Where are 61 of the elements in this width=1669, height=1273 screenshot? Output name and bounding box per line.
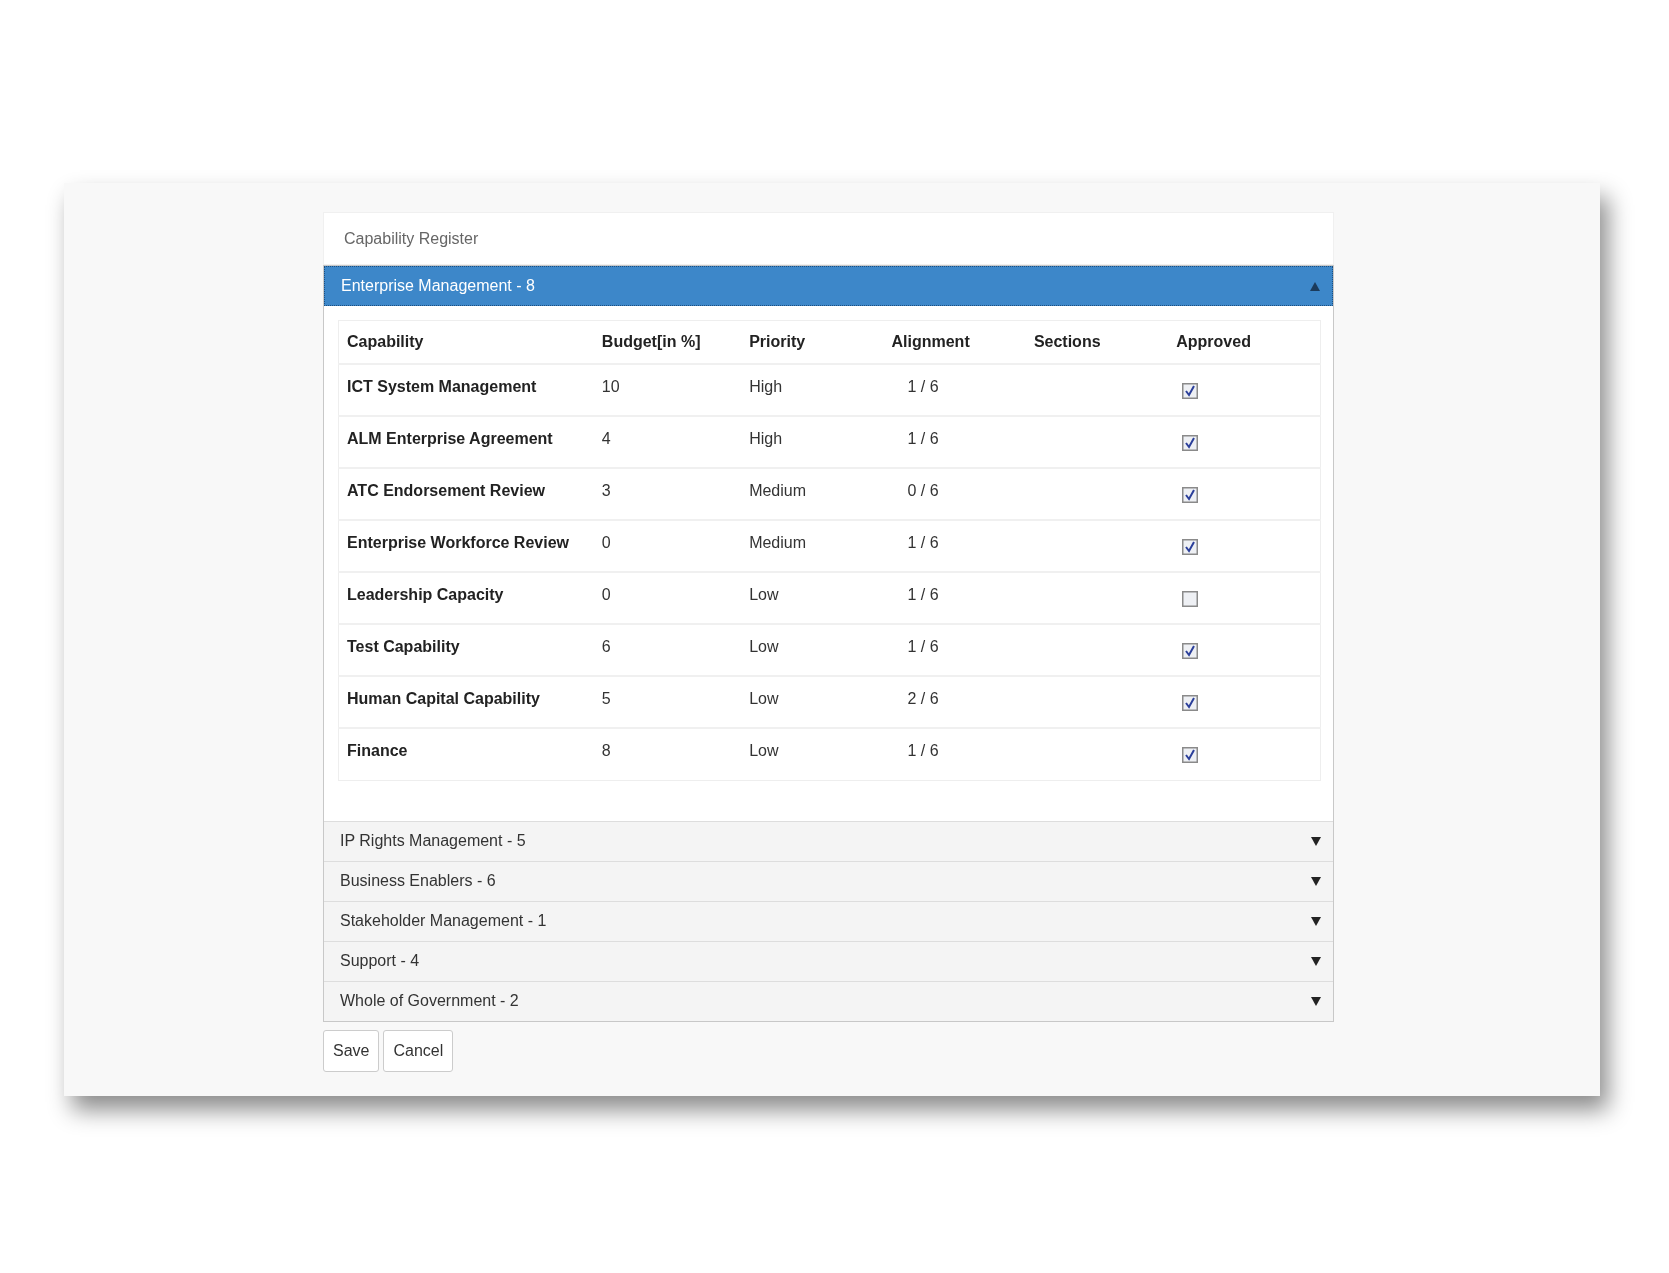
table-cell: 1 / 6 (883, 572, 1026, 624)
approved-checkbox[interactable] (1182, 642, 1199, 659)
column-header: Approved (1168, 320, 1321, 364)
table-cell: ALM Enterprise Agreement (338, 416, 594, 468)
approved-checkbox[interactable] (1182, 590, 1199, 607)
table-cell: 6 (593, 624, 742, 676)
approved-checkbox[interactable] (1182, 538, 1199, 555)
section-header[interactable]: Whole of Government - 2 (324, 980, 1333, 1021)
table-cell: Low (741, 624, 884, 676)
section-header[interactable]: IP Rights Management - 5 (324, 820, 1333, 861)
form-button[interactable]: Cancel (383, 1029, 454, 1072)
table-cell: 2 / 6 (883, 676, 1026, 728)
column-header: Budget[in %] (593, 320, 742, 364)
expand-triangle-icon (1311, 836, 1321, 846)
panel-title: Capability Register (323, 212, 1334, 265)
table-cell: 1 / 6 (883, 728, 1026, 780)
table-cell: Medium (741, 468, 884, 520)
table-cell: Test Capability (338, 624, 594, 676)
table-cell: Finance (338, 728, 594, 780)
table-cell: 1 / 6 (883, 624, 1026, 676)
approved-checkbox[interactable] (1182, 694, 1199, 711)
table-cell: ATC Endorsement Review (338, 468, 594, 520)
table-cell: 0 / 6 (883, 468, 1026, 520)
approved-checkbox[interactable] (1182, 746, 1199, 763)
column-header: Sections (1025, 320, 1169, 364)
table-cell: 8 (593, 728, 742, 780)
expand-triangle-icon (1311, 996, 1321, 1006)
approved-checkbox[interactable] (1182, 382, 1199, 399)
expand-triangle-icon (1311, 916, 1321, 926)
column-header: Priority (741, 320, 884, 364)
table-cell: 10 (593, 364, 742, 416)
approved-checkbox[interactable] (1182, 434, 1199, 451)
expand-triangle-icon (1311, 876, 1321, 886)
table-cell: 5 (593, 676, 742, 728)
table-cell: Enterprise Workforce Review (338, 520, 594, 572)
table-cell: Low (741, 676, 884, 728)
table-cell: 1 / 6 (883, 520, 1026, 572)
expand-triangle-icon (1311, 956, 1321, 966)
table-cell: Low (741, 728, 884, 780)
section-header[interactable]: Stakeholder Management - 1 (324, 900, 1333, 941)
section-header[interactable]: Business Enablers - 6 (324, 860, 1333, 901)
approved-checkbox[interactable] (1182, 486, 1199, 503)
table-cell: Low (741, 572, 884, 624)
column-header: Capability (338, 320, 594, 364)
table-cell: 0 (593, 572, 742, 624)
table-cell: 3 (593, 468, 742, 520)
table-cell: High (741, 416, 884, 468)
column-header: Alignment (883, 320, 1026, 364)
table-cell: Medium (741, 520, 884, 572)
collapse-triangle-icon (1310, 281, 1320, 291)
form-button[interactable]: Save (323, 1029, 380, 1072)
table-cell: ICT System Management (338, 364, 594, 416)
table-cell: High (741, 364, 884, 416)
table-cell: Leadership Capacity (338, 572, 594, 624)
table-cell: 1 / 6 (883, 364, 1026, 416)
section-header[interactable]: Enterprise Management - 8 (324, 266, 1333, 306)
table-cell: 1 / 6 (883, 416, 1026, 468)
section-header[interactable]: Support - 4 (324, 940, 1333, 981)
table-cell: 0 (593, 520, 742, 572)
table-cell: 4 (593, 416, 742, 468)
table-cell: Human Capital Capability (338, 676, 594, 728)
